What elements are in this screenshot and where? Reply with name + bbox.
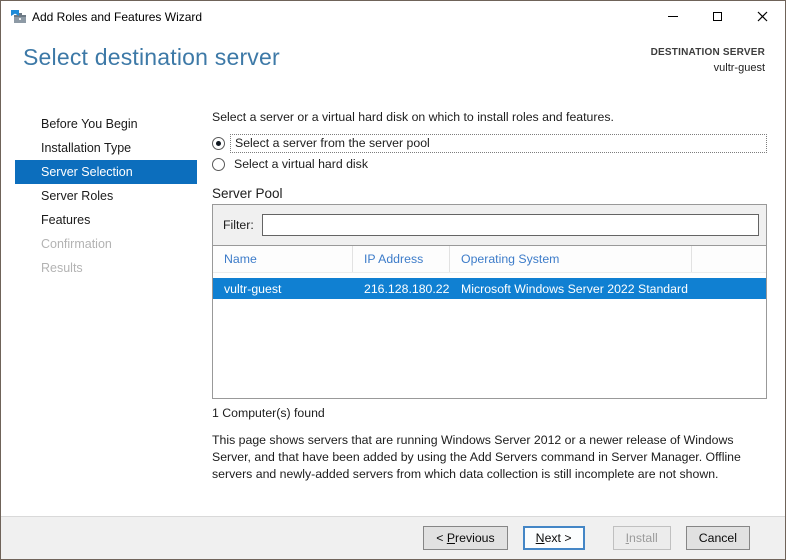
wizard-body: Before You Begin Installation Type Serve…	[1, 100, 785, 516]
maximize-button[interactable]	[695, 1, 740, 32]
minimize-button[interactable]	[650, 1, 695, 32]
computers-found-text: 1 Computer(s) found	[212, 406, 325, 420]
filter-panel: Filter:	[212, 204, 767, 246]
minimize-icon	[667, 16, 678, 17]
radio-select-virtual-hard-disk[interactable]	[212, 158, 225, 171]
filter-label: Filter:	[223, 218, 254, 232]
radio-label-virtual-hard-disk[interactable]: Select a virtual hard disk	[230, 156, 372, 173]
column-header-ip-address[interactable]: IP Address	[353, 246, 450, 272]
radio-label-server-pool[interactable]: Select a server from the server pool	[230, 134, 767, 153]
install-label-post: nstall	[629, 531, 658, 545]
cell-ip-address: 216.128.180.225	[364, 281, 450, 296]
sidebar-item-server-roles[interactable]: Server Roles	[15, 184, 197, 208]
column-header-operating-system[interactable]: Operating System	[450, 246, 692, 272]
server-pool-section: Server Pool Filter: Name IP Address Oper…	[212, 186, 767, 399]
window-title: Add Roles and Features Wizard	[32, 9, 203, 24]
sidebar-item-results: Results	[41, 261, 83, 275]
page-description: This page shows servers that are running…	[212, 433, 741, 482]
sidebar-item-confirmation: Confirmation	[41, 237, 112, 251]
destination-server-block: DESTINATION SERVER vultr-guest	[651, 44, 765, 76]
radio-row-virtual-hard-disk: Select a virtual hard disk	[212, 155, 767, 174]
previous-button[interactable]: < Previous	[423, 526, 508, 550]
sidebar-item-features[interactable]: Features	[15, 208, 197, 232]
previous-label-pre: <	[436, 531, 447, 545]
page-header: Select destination server DESTINATION SE…	[1, 32, 785, 100]
sidebar-item-server-selection[interactable]: Server Selection	[15, 160, 197, 184]
previous-label-key: P	[446, 531, 456, 545]
cancel-button[interactable]: Cancel	[685, 526, 750, 550]
maximize-icon	[713, 12, 722, 21]
table-header-row: Name IP Address Operating System	[213, 246, 766, 273]
next-button[interactable]: Next >	[522, 526, 585, 550]
column-header-empty	[692, 246, 766, 272]
next-label-post: ext >	[544, 531, 572, 545]
sidebar-item-installation-type[interactable]: Installation Type	[15, 136, 197, 160]
destination-server-label: DESTINATION SERVER	[650, 47, 765, 58]
close-icon	[757, 11, 768, 22]
destination-server-value: vultr-guest	[713, 61, 765, 74]
title-bar: Add Roles and Features Wizard	[1, 1, 785, 32]
cell-name: vultr-guest	[224, 281, 282, 296]
page-title: Select destination server	[23, 44, 280, 70]
wizard-window: Add Roles and Features Wizard Select des…	[0, 0, 786, 560]
caption-controls	[650, 1, 785, 32]
column-header-name[interactable]: Name	[213, 246, 353, 272]
server-pool-title: Server Pool	[212, 186, 283, 201]
intro-text: Select a server or a virtual hard disk o…	[212, 110, 614, 124]
wizard-footer: < Previous Next > Install Cancel	[1, 516, 785, 559]
wizard-steps-sidebar: Before You Begin Installation Type Serve…	[1, 100, 197, 516]
install-button: Install	[612, 526, 671, 550]
previous-label-post: revious	[455, 531, 495, 545]
sidebar-item-before-you-begin[interactable]: Before You Begin	[15, 112, 197, 136]
table-row-vultr-guest[interactable]: vultr-guest 216.128.180.225 Microsoft Wi…	[213, 278, 766, 299]
server-manager-icon	[11, 9, 26, 23]
next-label-key: N	[535, 531, 545, 545]
cell-operating-system: Microsoft Windows Server 2022 Standard	[461, 281, 688, 296]
close-button[interactable]	[740, 1, 785, 32]
server-pool-table: Name IP Address Operating System vultr-g…	[212, 246, 767, 399]
radio-select-server-pool[interactable]	[212, 137, 225, 150]
filter-input[interactable]	[261, 214, 759, 236]
main-content: Select a server or a virtual hard disk o…	[197, 100, 785, 516]
radio-row-server-pool: Select a server from the server pool	[212, 134, 767, 153]
cancel-label: Cancel	[698, 531, 737, 545]
